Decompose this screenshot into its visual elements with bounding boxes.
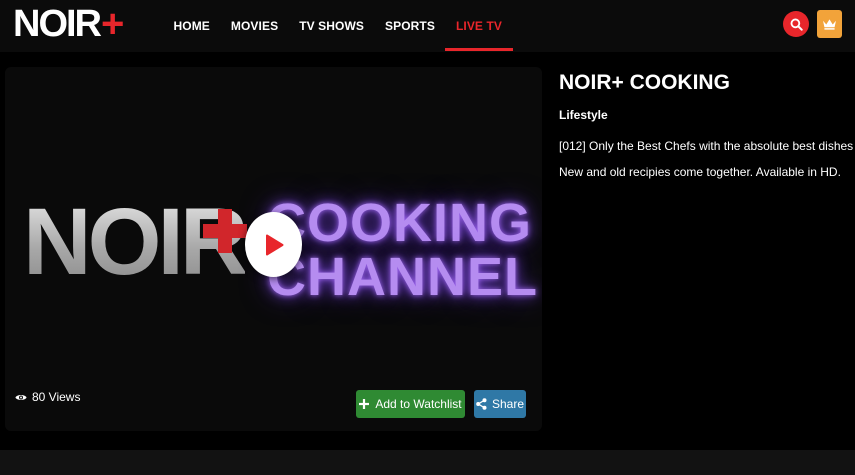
site-logo[interactable]: NOIR + [13, 1, 124, 46]
description-line: New and old recipies come together. Avai… [559, 165, 841, 179]
play-icon [265, 234, 283, 255]
share-label: Share [491, 397, 525, 411]
video-player[interactable]: NOIR COOKING CHANNEL 80 Views Add to Wat… [5, 67, 542, 431]
eye-icon [15, 394, 27, 400]
footer-strip [0, 450, 855, 475]
plus-icon [359, 399, 370, 409]
banner-plus-icon [203, 209, 247, 253]
nav-sports[interactable]: SPORTS [375, 0, 446, 52]
channel-genre: Lifestyle [559, 108, 608, 122]
nav-home[interactable]: HOME [163, 0, 220, 52]
crown-icon [823, 19, 836, 30]
play-button[interactable] [245, 212, 302, 277]
search-button[interactable] [783, 11, 809, 37]
nav-live-tv[interactable]: LIVE TV [445, 0, 513, 52]
search-icon [790, 18, 803, 31]
view-count: 80 Views [15, 390, 80, 404]
channel-title: NOIR+ COOKING [559, 71, 730, 94]
channel-description: [012] Only the Best Chefs with the absol… [559, 133, 855, 185]
add-to-watchlist-button[interactable]: Add to Watchlist [356, 390, 465, 418]
views-label: 80 Views [32, 390, 81, 404]
logo-text: NOIR [13, 2, 102, 45]
nav-tv-shows[interactable]: TV SHOWS [289, 0, 375, 52]
banner-cooking-text: COOKING [267, 193, 533, 253]
banner-channel-text: CHANNEL [267, 247, 538, 307]
share-icon [476, 398, 487, 410]
top-nav-bar: NOIR + HOME MOVIES TV SHOWS SPORTS LIVE T… [0, 0, 855, 52]
description-line: [012] Only the Best Chefs with the absol… [559, 139, 855, 153]
watchlist-label: Add to Watchlist [375, 397, 462, 411]
premium-button[interactable] [817, 10, 842, 38]
main-nav: HOME MOVIES TV SHOWS SPORTS LIVE TV [163, 0, 513, 52]
logo-plus: + [101, 1, 124, 46]
share-button[interactable]: Share [474, 390, 526, 418]
nav-movies[interactable]: MOVIES [220, 0, 288, 52]
